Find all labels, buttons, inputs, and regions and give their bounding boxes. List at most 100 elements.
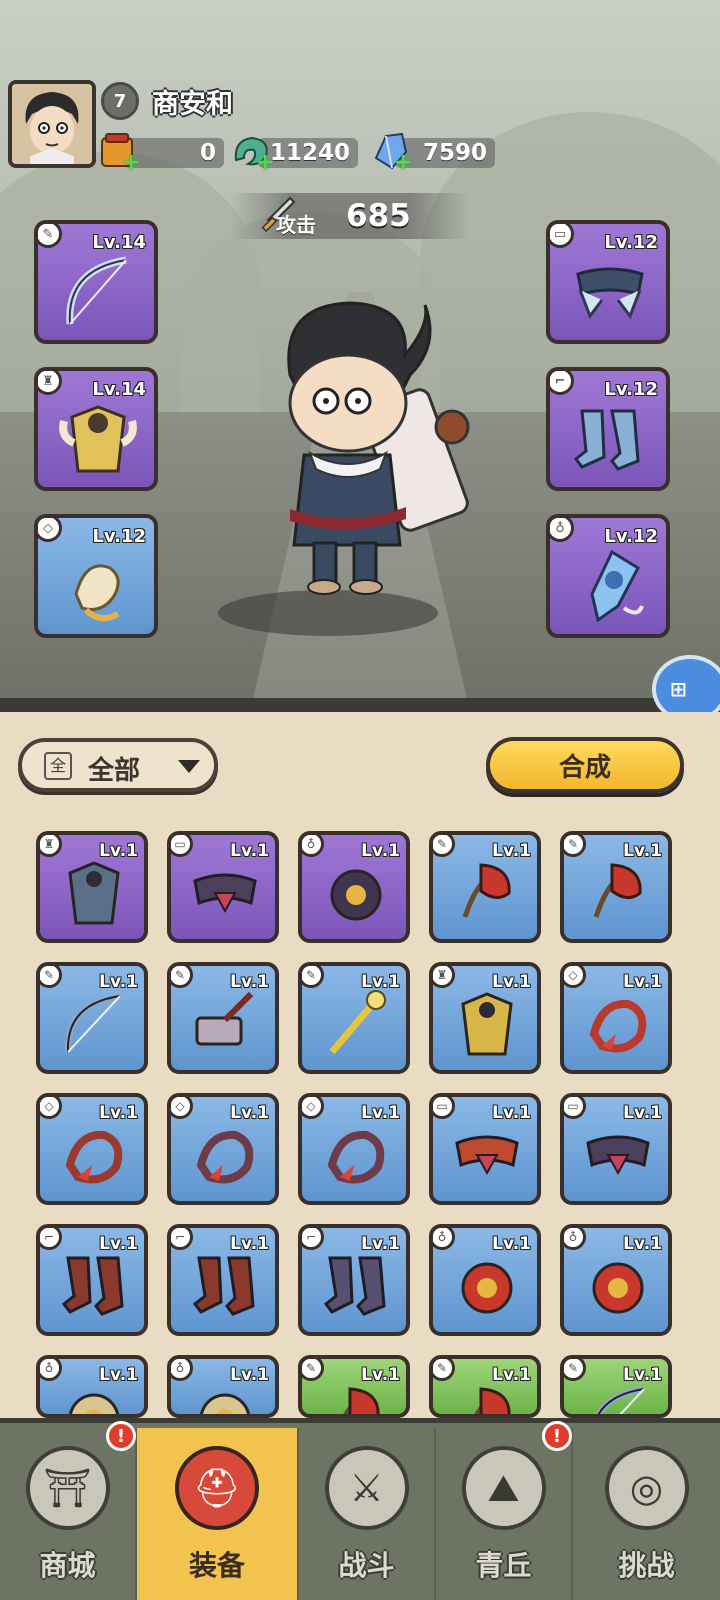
- amulet-icon: [200, 1393, 250, 1414]
- item-level: Lv.1: [361, 1365, 400, 1385]
- inventory-item[interactable]: ⌐ Lv.1: [36, 1224, 148, 1336]
- item-type-icon: ♜: [433, 966, 455, 988]
- item-level: Lv.1: [492, 1103, 531, 1123]
- equipped-armor-slot[interactable]: ♜ Lv.14: [34, 367, 158, 491]
- player-level-badge: 7: [101, 82, 139, 120]
- inventory-item[interactable]: ✎ Lv.1: [560, 831, 672, 943]
- armor-icon: [59, 405, 137, 473]
- bow-icon: [595, 1386, 645, 1414]
- tab-shop[interactable]: ⛩ 商城: [0, 1428, 137, 1600]
- boots-type-icon: ⌐: [550, 371, 574, 395]
- item-level: Lv.1: [361, 1103, 400, 1123]
- tab-battle[interactable]: ⚔ 战斗: [299, 1428, 436, 1600]
- synthesize-button[interactable]: 合成: [486, 737, 684, 793]
- inventory-item[interactable]: ♁ Lv.1: [167, 1355, 279, 1418]
- shop-icon: ⛩: [25, 1446, 110, 1530]
- item-type-icon: ♁: [40, 1359, 62, 1381]
- inventory-item[interactable]: ▭ Lv.1: [560, 1093, 672, 1205]
- equipped-ring-slot[interactable]: ◇ Lv.12: [34, 514, 158, 638]
- bottom-nav: ⛩ 商城 ⛑ 装备 ⚔ 战斗 ⛰ 青丘 ◎ 挑战: [0, 1418, 720, 1600]
- inventory-item[interactable]: ◇ Lv.1: [167, 1093, 279, 1205]
- item-type-icon: ⌐: [302, 1228, 324, 1250]
- attack-label: 攻击: [276, 213, 316, 237]
- category-filter-dropdown[interactable]: 全 全部: [18, 738, 218, 792]
- item-level: Lv.1: [230, 1365, 269, 1385]
- inventory-item[interactable]: ♁ Lv.1: [429, 1224, 541, 1336]
- inventory-item[interactable]: ⌐ Lv.1: [167, 1224, 279, 1336]
- item-level: Lv.1: [99, 1234, 138, 1254]
- tab-label: 青丘: [475, 1549, 532, 1582]
- item-type-icon: ✎: [171, 966, 193, 988]
- inventory-item[interactable]: ✎ Lv.1: [560, 1355, 672, 1418]
- slingshot-icon: [593, 863, 642, 918]
- tab-label: 商城: [39, 1549, 96, 1582]
- bow-icon: [66, 256, 127, 325]
- scroll-bag-icon[interactable]: +: [96, 130, 140, 174]
- inventory-item[interactable]: ✎ Lv.1: [429, 1355, 541, 1418]
- blue-crystal-icon[interactable]: +: [368, 130, 412, 174]
- belt-icon: [193, 873, 257, 914]
- belt-icon: [586, 1135, 650, 1176]
- item-level: Lv.1: [623, 1234, 662, 1254]
- slingshot-icon: [474, 1387, 511, 1414]
- scene-divider: [0, 698, 720, 712]
- item-type-icon: ◇: [302, 1097, 324, 1119]
- tab-challenge[interactable]: ◎ 挑战: [573, 1428, 720, 1600]
- inventory-item[interactable]: ✎ Lv.1: [298, 962, 410, 1074]
- item-level: Lv.1: [623, 972, 662, 992]
- item-type-icon: ♜: [40, 835, 62, 857]
- item-level: Lv.1: [623, 1365, 662, 1385]
- ring-icon: [589, 999, 647, 1053]
- item-type-icon: ✎: [433, 1359, 455, 1381]
- item-level: Lv.1: [230, 972, 269, 992]
- inventory-item[interactable]: ▭ Lv.1: [167, 831, 279, 943]
- inventory-item[interactable]: ♜ Lv.1: [36, 831, 148, 943]
- armor-icon: [68, 861, 120, 925]
- amulet-type-icon: ♁: [550, 518, 574, 542]
- inventory-item[interactable]: ⌐ Lv.1: [298, 1224, 410, 1336]
- inventory-item[interactable]: ✎ Lv.1: [36, 962, 148, 1074]
- boots-icon: [61, 1256, 124, 1316]
- shop-alert-badge: !: [106, 1421, 136, 1451]
- tab-equipment[interactable]: ⛑ 装备: [137, 1428, 299, 1600]
- staff-icon: [329, 990, 386, 1055]
- amulet-icon: [592, 1262, 644, 1314]
- item-level: Lv.1: [361, 841, 400, 861]
- item-type-icon: ◇: [40, 1097, 62, 1119]
- item-type-icon: ♁: [171, 1359, 193, 1381]
- hero-character[interactable]: [230, 285, 480, 625]
- amulet-icon: [69, 1393, 119, 1414]
- boots-icon: [573, 409, 640, 471]
- inventory-item[interactable]: ♜ Lv.1: [429, 962, 541, 1074]
- inventory-item[interactable]: ✎ Lv.1: [298, 1355, 410, 1418]
- tab-qingqiu[interactable]: ⛰ 青丘: [436, 1428, 573, 1600]
- item-type-icon: ▭: [171, 835, 193, 857]
- equipped-belt-slot[interactable]: ▭ Lv.12: [546, 220, 670, 344]
- jade-dragon-icon[interactable]: +: [230, 130, 274, 174]
- filter-label: 全部: [88, 756, 141, 786]
- item-type-icon: ♁: [433, 1228, 455, 1250]
- inventory-item[interactable]: ✎ Lv.1: [167, 962, 279, 1074]
- inventory-item[interactable]: ◇ Lv.1: [560, 962, 672, 1074]
- inventory-item[interactable]: ◇ Lv.1: [298, 1093, 410, 1205]
- item-level: Lv.1: [230, 841, 269, 861]
- item-type-icon: ✎: [564, 835, 586, 857]
- ring-icon: [196, 1130, 254, 1184]
- player-avatar[interactable]: [8, 80, 96, 168]
- equipped-boots-slot[interactable]: ⌐ Lv.12: [546, 367, 670, 491]
- inventory-item[interactable]: ✎ Lv.1: [429, 831, 541, 943]
- item-level: Lv.1: [492, 1365, 531, 1385]
- tab-label: 挑战: [618, 1549, 675, 1582]
- inventory-item[interactable]: ♁ Lv.1: [298, 831, 410, 943]
- chevron-down-icon: [178, 760, 200, 773]
- inventory-item[interactable]: ◇ Lv.1: [36, 1093, 148, 1205]
- equipped-amulet-slot[interactable]: ♁ Lv.12: [546, 514, 670, 638]
- item-level: Lv.1: [99, 1103, 138, 1123]
- ring-icon: [327, 1130, 385, 1184]
- equipped-weapon-slot[interactable]: ✎ Lv.14: [34, 220, 158, 344]
- inventory-item[interactable]: ♁ Lv.1: [36, 1355, 148, 1418]
- inventory-item[interactable]: ▭ Lv.1: [429, 1093, 541, 1205]
- item-level: Lv.1: [99, 972, 138, 992]
- drum-icon: ◎: [604, 1446, 689, 1530]
- inventory-item[interactable]: ♁ Lv.1: [560, 1224, 672, 1336]
